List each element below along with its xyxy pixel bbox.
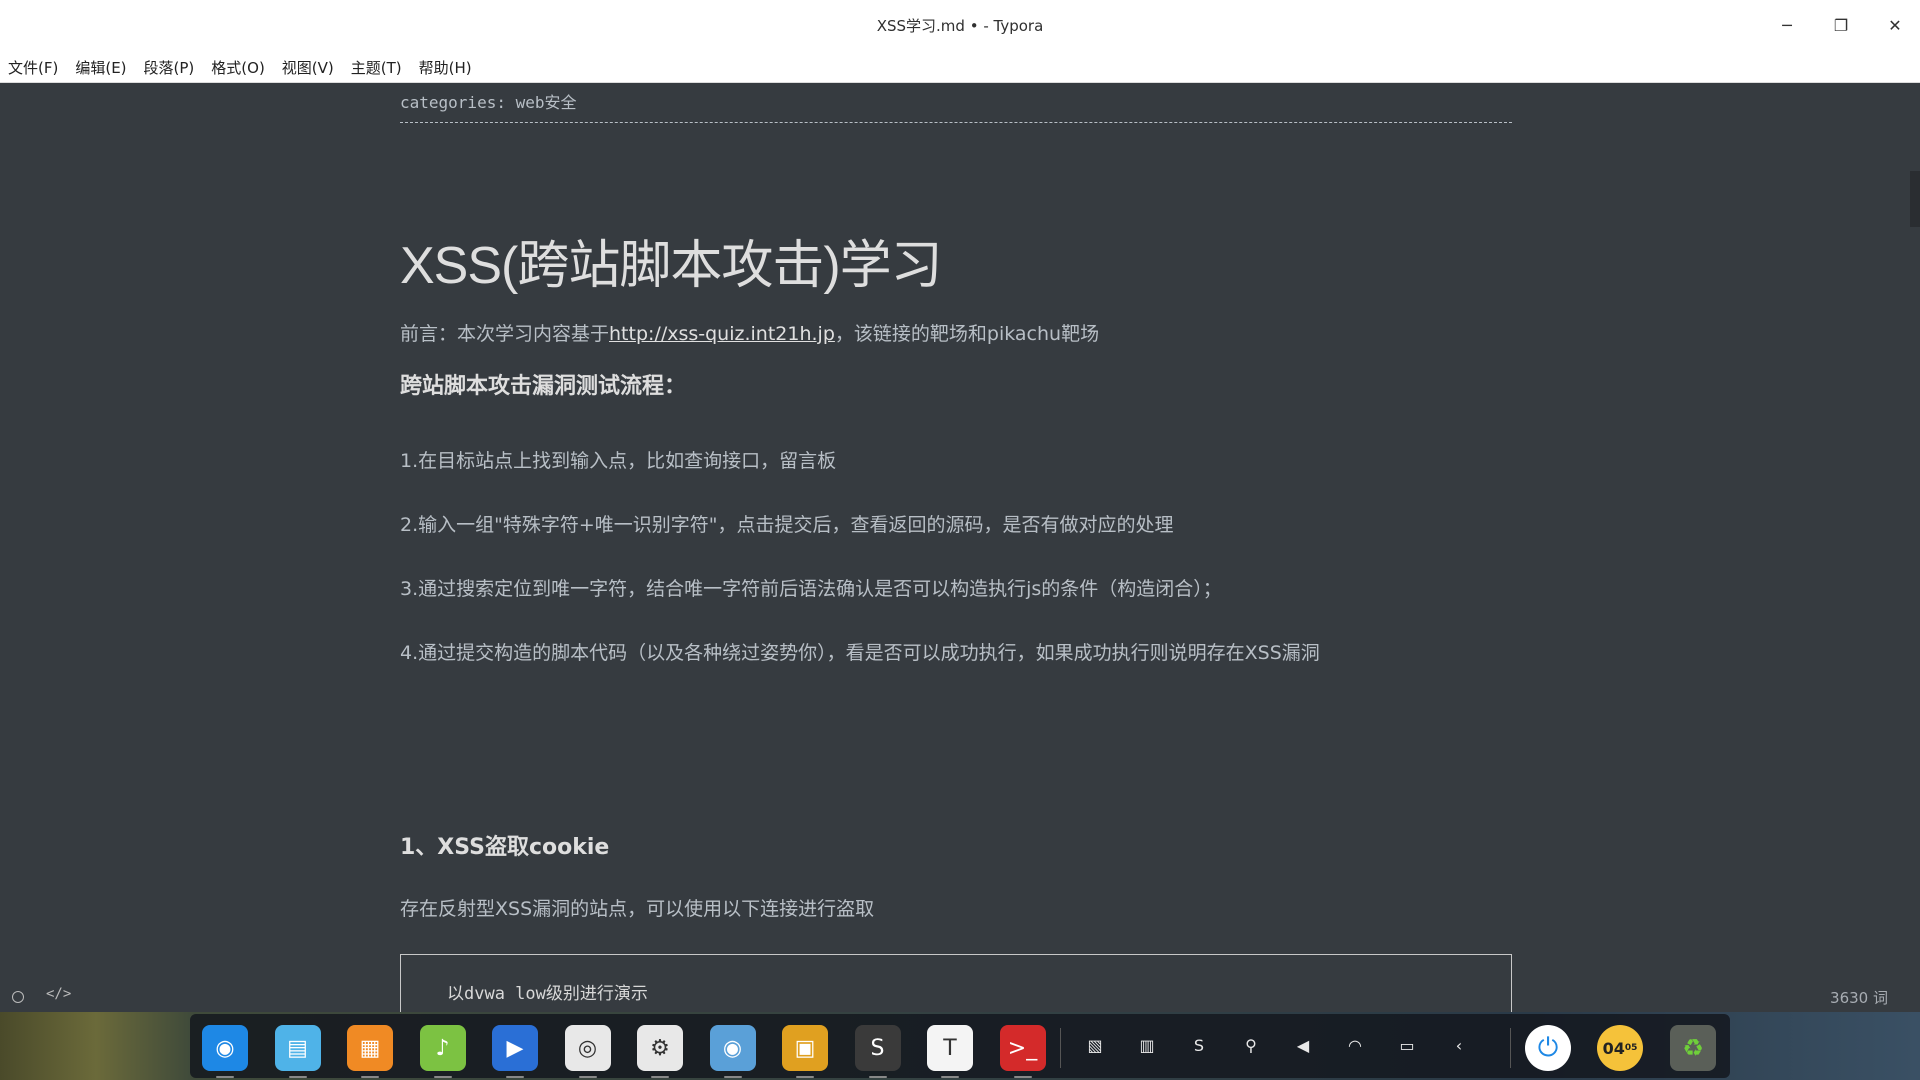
running-indicator — [868, 1076, 887, 1078]
music-icon: ♪ — [435, 1035, 450, 1061]
window-manager-icon: ▣ — [794, 1035, 816, 1061]
sogou-tray-icon[interactable]: S — [1187, 1036, 1211, 1055]
editor-area[interactable]: categories: web安全 XSS(跨站脚本攻击)学习 前言：本次学习内… — [0, 83, 1920, 1012]
settings-dock-item[interactable]: ⚙ — [637, 1025, 683, 1071]
music-dock-item[interactable]: ♪ — [419, 1025, 466, 1071]
screenshot-tray-icon[interactable]: ▧ — [1083, 1036, 1107, 1055]
running-indicator — [433, 1076, 452, 1078]
battery-icon[interactable]: ▭ — [1395, 1036, 1419, 1055]
file-manager-icon: ▤ — [287, 1035, 308, 1061]
intro-prefix: 前言：本次学习内容基于 — [400, 323, 610, 345]
menu-bar: 文件(F) 编辑(E) 段落(P) 格式(O) 视图(V) 主题(T) 帮助(H… — [0, 52, 1920, 83]
running-indicator — [941, 1076, 959, 1078]
sublime-text-icon: S — [870, 1035, 885, 1061]
dock-separator — [1060, 1028, 1061, 1068]
restore-button[interactable]: ❐ — [1826, 12, 1856, 38]
running-indicator — [796, 1076, 814, 1078]
restore-icon: ❐ — [1833, 15, 1849, 35]
clock-hour: 04 — [1602, 1038, 1625, 1058]
cookie-description[interactable]: 存在反射型XSS漏洞的站点，可以使用以下连接进行盗取 — [400, 894, 874, 921]
deepin-launcher-icon: ◉ — [215, 1035, 235, 1061]
power-icon: ⏻ — [1537, 1032, 1559, 1063]
eye-viewer-dock-item[interactable]: ◉ — [709, 1025, 756, 1071]
chrome-dock-item[interactable]: ◎ — [564, 1025, 611, 1071]
running-indicator — [723, 1076, 742, 1078]
clock-widget[interactable]: 04 05 — [1597, 1025, 1643, 1071]
menu-help[interactable]: 帮助(H) — [419, 57, 472, 78]
close-button[interactable]: ✕ — [1880, 12, 1910, 38]
settings-icon: ⚙ — [650, 1035, 670, 1061]
volume-icon[interactable]: ◀ — [1291, 1036, 1315, 1055]
outline-toggle-icon[interactable] — [12, 991, 24, 1003]
menu-view[interactable]: 视图(V) — [282, 57, 334, 78]
trash-icon: ♻ — [1682, 1034, 1704, 1062]
typora-dock-item[interactable]: T — [927, 1025, 973, 1071]
document-content[interactable]: categories: web安全 XSS(跨站脚本攻击)学习 前言：本次学习内… — [400, 83, 1512, 1012]
step-4[interactable]: 4.通过提交构造的脚本代码（以及各种绕过姿势你），看是否可以成功执行，如果成功执… — [400, 638, 1320, 665]
app-store-icon: ▦ — [359, 1035, 381, 1061]
title-bar: XSS学习.md • - Typora ─ ❐ ✕ — [0, 0, 1920, 52]
terminal-icon: >_ — [1007, 1035, 1038, 1061]
close-icon: ✕ — [1888, 15, 1902, 35]
heading-1[interactable]: XSS(跨站脚本攻击)学习 — [400, 223, 943, 298]
terminal-dock-item[interactable]: >_ — [999, 1025, 1046, 1071]
window-manager-dock-item[interactable]: ▣ — [782, 1025, 828, 1071]
running-indicator — [216, 1076, 234, 1078]
scrollbar-thumb[interactable] — [1910, 171, 1920, 227]
intro-paragraph[interactable]: 前言：本次学习内容基于http://xss-quiz.int21h.jp，该链接… — [400, 319, 1099, 346]
status-bar: </> 3630 词 — [0, 980, 1920, 1012]
heading-xss-cookie[interactable]: 1、XSS盗取cookie — [400, 829, 609, 861]
running-indicator — [651, 1076, 669, 1078]
menu-theme[interactable]: 主题(T) — [351, 57, 402, 78]
dock-separator — [1510, 1028, 1511, 1068]
usb-tray-icon[interactable]: ⚲ — [1239, 1036, 1263, 1055]
network-tray-icon[interactable]: ▥ — [1135, 1036, 1159, 1055]
trash-button[interactable]: ♻ — [1670, 1025, 1716, 1071]
running-indicator — [578, 1076, 597, 1078]
heading-process[interactable]: 跨站脚本攻击漏洞测试流程： — [400, 368, 686, 400]
yaml-frontmatter[interactable]: categories: web安全 — [400, 83, 1512, 123]
wifi-icon[interactable]: ◠ — [1343, 1036, 1367, 1055]
video-player-icon: ▶ — [506, 1035, 524, 1061]
intro-suffix: ，该链接的靶场和pikachu靶场 — [834, 323, 1100, 345]
power-button[interactable]: ⏻ — [1525, 1025, 1571, 1071]
step-2[interactable]: 2.输入一组"特殊字符+唯一识别字符"，点击提交后，查看返回的源码，是否有做对应… — [400, 510, 1174, 537]
sublime-text-dock-item[interactable]: S — [854, 1025, 901, 1071]
collapse-arrow-icon[interactable]: ‹ — [1447, 1036, 1471, 1055]
app-store-dock-item[interactable]: ▦ — [347, 1025, 393, 1071]
chrome-icon: ◎ — [577, 1035, 598, 1061]
minimize-icon: ─ — [1782, 15, 1792, 35]
deepin-launcher-dock-item[interactable]: ◉ — [202, 1025, 248, 1071]
video-player-dock-item[interactable]: ▶ — [492, 1025, 538, 1071]
minimize-button[interactable]: ─ — [1772, 12, 1802, 38]
step-3[interactable]: 3.通过搜索定位到唯一字符，结合唯一字符前后语法确认是否可以构造执行js的条件（… — [400, 574, 1222, 601]
running-indicator — [1013, 1076, 1032, 1078]
window-title: XSS学习.md • - Typora — [876, 17, 1044, 35]
running-indicator — [506, 1076, 524, 1078]
menu-paragraph[interactable]: 段落(P) — [144, 57, 195, 78]
step-1[interactable]: 1.在目标站点上找到输入点，比如查询接口，留言板 — [400, 446, 836, 473]
menu-edit[interactable]: 编辑(E) — [75, 57, 126, 78]
eye-viewer-icon: ◉ — [722, 1035, 743, 1061]
clock-minutes: 05 — [1624, 1043, 1638, 1053]
menu-format[interactable]: 格式(O) — [211, 57, 265, 78]
source-mode-icon[interactable]: </> — [46, 986, 71, 1002]
running-indicator — [288, 1076, 307, 1078]
file-manager-dock-item[interactable]: ▤ — [274, 1025, 321, 1071]
typora-icon: T — [943, 1035, 957, 1061]
intro-link[interactable]: http://xss-quiz.int21h.jp — [609, 323, 835, 345]
running-indicator — [361, 1076, 379, 1078]
menu-file[interactable]: 文件(F) — [8, 57, 58, 78]
word-count[interactable]: 3630 词 — [1830, 987, 1888, 1008]
